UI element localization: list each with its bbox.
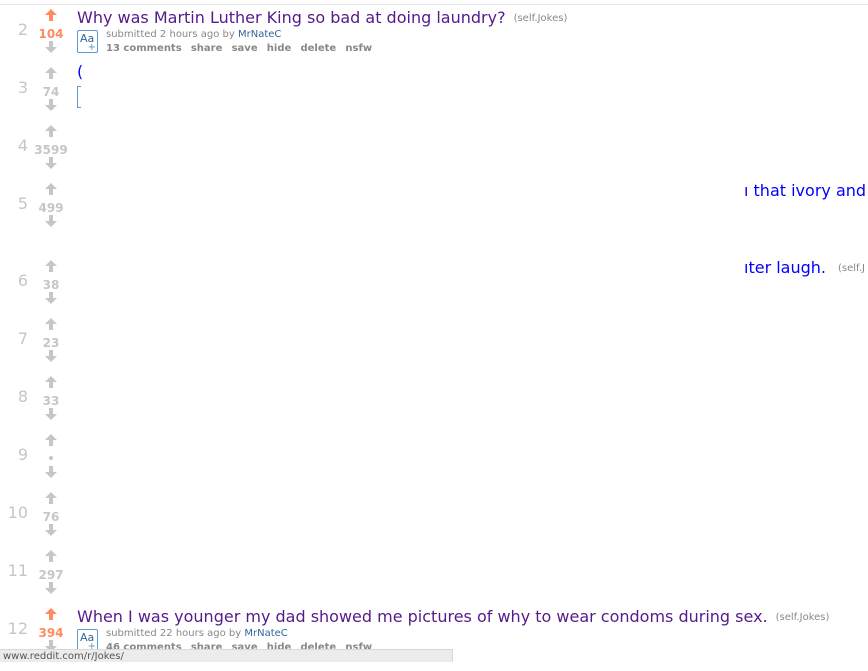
post-title-link[interactable]: Why was Martin Luther King so bad at doi… <box>77 8 567 27</box>
post-score: 38 <box>42 278 60 292</box>
upvote-arrow-icon[interactable] <box>44 433 58 447</box>
hidden-score-dot <box>49 456 53 460</box>
post-score: 76 <box>42 510 60 524</box>
share-link[interactable]: share <box>191 43 223 54</box>
upvote-arrow-icon[interactable] <box>44 607 58 621</box>
upvote-arrow-icon[interactable] <box>44 491 58 505</box>
aa-flair-icon[interactable]: Aa + <box>77 30 98 53</box>
downvote-arrow-icon[interactable] <box>44 291 58 305</box>
plus-icon: + <box>87 42 96 53</box>
post-row: 5 499 <box>0 183 868 246</box>
post-score: 23 <box>42 336 60 350</box>
save-link[interactable]: save <box>232 43 258 54</box>
nsfw-link[interactable]: nsfw <box>345 43 372 54</box>
downvote-arrow-icon[interactable] <box>44 98 58 112</box>
downvote-arrow-icon[interactable] <box>44 581 58 595</box>
top-divider <box>0 4 868 5</box>
author-link[interactable]: MrNateC <box>244 628 287 639</box>
status-bar: www.reddit.com/r/Jokes/ <box>0 649 453 662</box>
upvote-arrow-icon[interactable] <box>44 549 58 563</box>
upvote-arrow-icon[interactable] <box>44 182 58 196</box>
post-rank: 11 <box>7 561 28 580</box>
post-score: 33 <box>42 394 60 408</box>
post-actions: 13 comments share save hide delete nsfw <box>106 43 378 54</box>
downvote-arrow-icon[interactable] <box>44 523 58 537</box>
post-title-text: When I was younger my dad showed me pict… <box>77 607 768 626</box>
post-domain[interactable]: (self.Jokes) <box>776 612 830 623</box>
post-title-link[interactable]: When I was younger my dad showed me pict… <box>77 607 829 626</box>
flair-fragment <box>77 86 81 108</box>
post-rank: 5 <box>17 194 28 213</box>
post-score: 394 <box>38 626 64 640</box>
truncated-title-fragment[interactable]: ı that ivory and <box>744 181 866 200</box>
post-score: 74 <box>42 85 60 99</box>
post-score: 104 <box>38 27 64 41</box>
post-row: 8 33 <box>0 376 868 439</box>
post-rank: 6 <box>17 271 28 290</box>
truncated-title-fragment[interactable]: ıter laugh. <box>744 258 826 277</box>
downvote-arrow-icon[interactable] <box>44 465 58 479</box>
upvote-arrow-icon[interactable] <box>44 375 58 389</box>
post-domain[interactable]: (self.Jokes) <box>514 13 568 24</box>
post-row: 12 394 When I was younger my dad showed … <box>0 607 868 671</box>
post-row: 3 74 <box>0 67 868 130</box>
post-row: 10 76 <box>0 492 868 555</box>
post-score: 297 <box>38 568 64 582</box>
submitted-text: submitted 2 hours ago by <box>106 29 235 40</box>
downvote-arrow-icon[interactable] <box>44 407 58 421</box>
post-rank: 10 <box>7 503 28 522</box>
post-rank: 7 <box>17 329 28 348</box>
downvote-arrow-icon[interactable] <box>44 156 58 170</box>
upvote-arrow-icon[interactable] <box>44 317 58 331</box>
post-rank: 4 <box>17 136 28 155</box>
submitted-text: submitted 22 hours ago by <box>106 628 242 639</box>
post-tagline: submitted 2 hours ago by MrNateC <box>106 29 281 40</box>
downvote-arrow-icon[interactable] <box>44 214 58 228</box>
author-link[interactable]: MrNateC <box>238 29 281 40</box>
downvote-arrow-icon[interactable] <box>44 40 58 54</box>
upvote-arrow-icon[interactable] <box>44 124 58 138</box>
post-score: 3599 <box>34 143 68 157</box>
post-row: 11 297 <box>0 550 868 613</box>
hide-link[interactable]: hide <box>267 43 292 54</box>
post-row: 7 23 <box>0 318 868 381</box>
downvote-arrow-icon[interactable] <box>44 349 58 363</box>
post-row: 2 104 Why was Martin Luther King so bad … <box>0 8 868 72</box>
post-rank: 2 <box>17 20 28 39</box>
status-url: www.reddit.com/r/Jokes/ <box>3 651 124 662</box>
upvote-arrow-icon[interactable] <box>44 259 58 273</box>
post-rank: 9 <box>17 445 28 464</box>
post-rank: 3 <box>17 78 28 97</box>
post-row: 6 38 <box>0 260 868 323</box>
post-score: 499 <box>38 201 64 215</box>
delete-link[interactable]: delete <box>300 43 336 54</box>
post-title-text: Why was Martin Luther King so bad at doi… <box>77 8 506 27</box>
post-tagline: submitted 22 hours ago by MrNateC <box>106 628 288 639</box>
post-rank: 12 <box>7 619 28 638</box>
post-rank: 8 <box>17 387 28 406</box>
upvote-arrow-icon[interactable] <box>44 66 58 80</box>
comments-link[interactable]: 13 comments <box>106 43 182 54</box>
post-row: 9 <box>0 434 868 497</box>
truncated-title-fragment[interactable]: ( <box>77 62 83 81</box>
upvote-arrow-icon[interactable] <box>44 8 58 22</box>
post-row: 4 3599 <box>0 125 868 188</box>
truncated-domain-fragment[interactable]: (self.J <box>838 263 865 274</box>
